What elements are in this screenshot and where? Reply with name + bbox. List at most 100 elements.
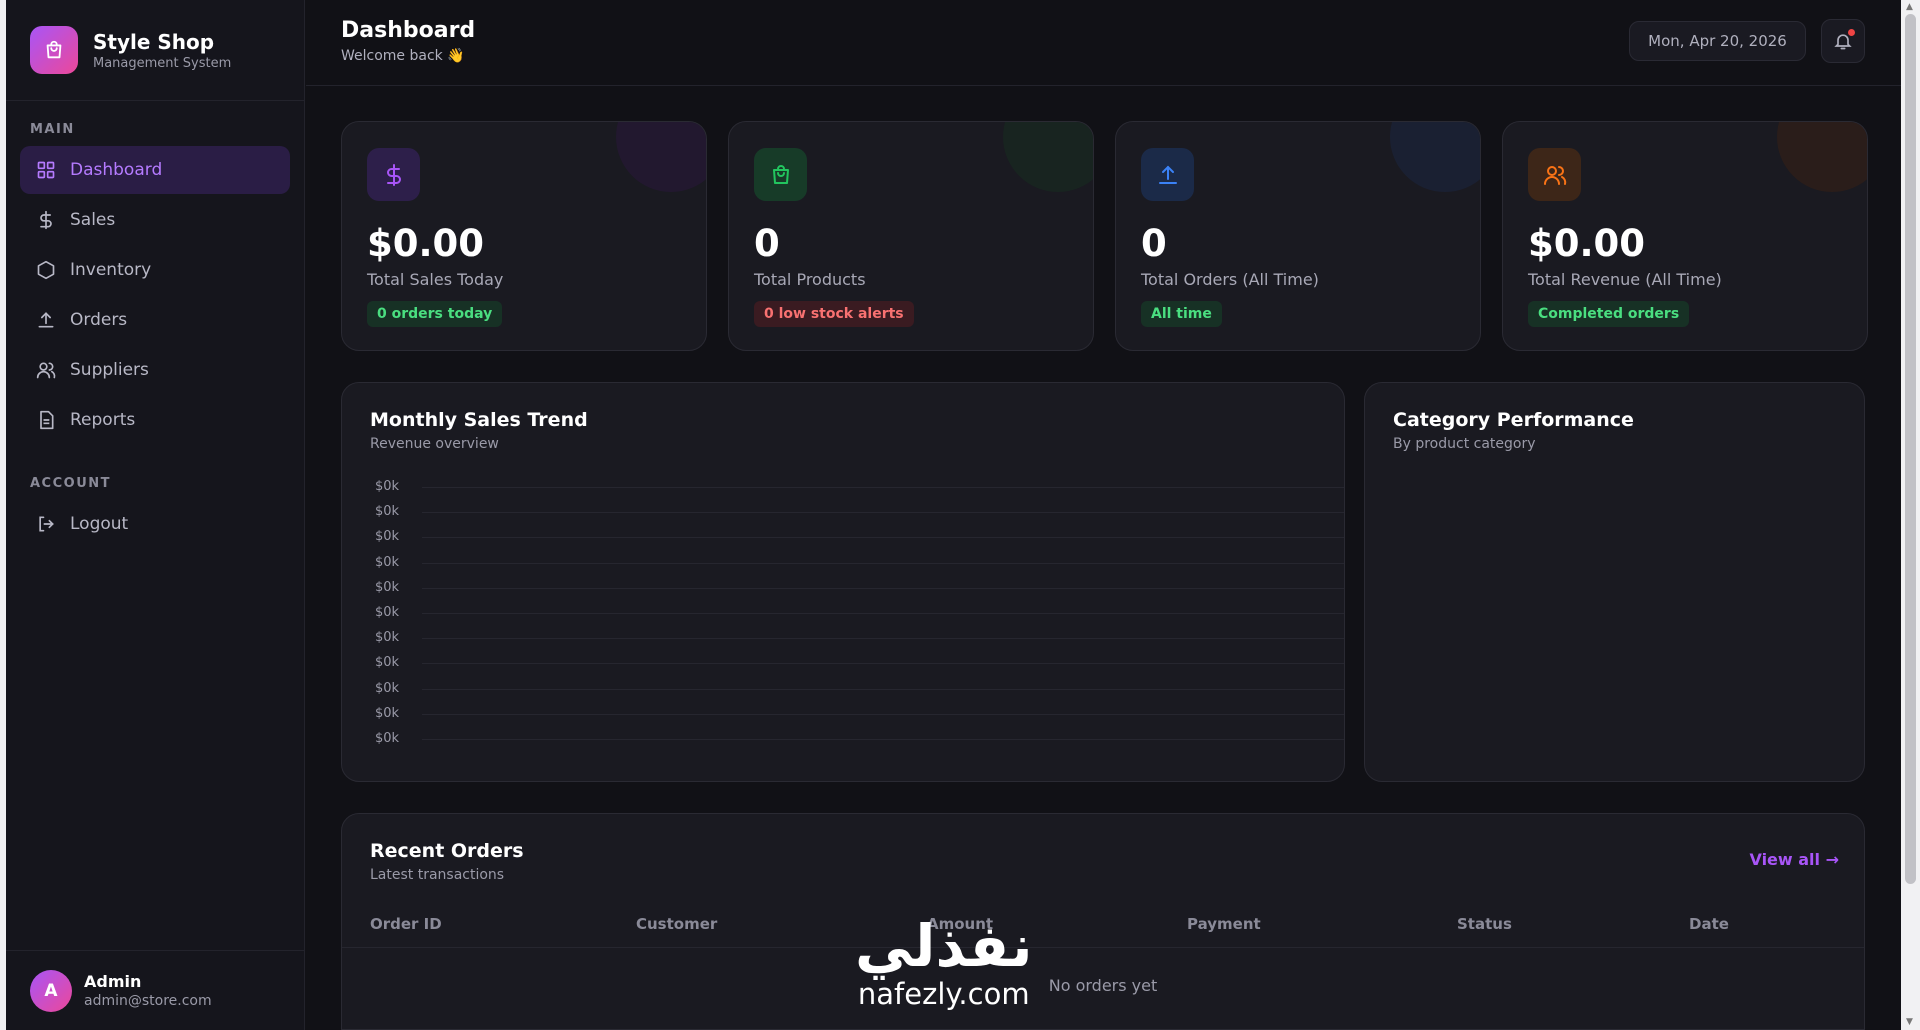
sidebar-item-label: Dashboard [70,160,163,180]
decorative-circle [616,122,706,192]
shopping-bag-logo-icon [30,26,78,74]
y-tick-label: $0k [375,680,400,696]
panel-title: Recent Orders [370,840,524,862]
y-tick-label: $0k [375,705,400,721]
stat-label: Total Sales Today [367,270,504,289]
panel-title: Category Performance [1393,409,1634,431]
watermark: نفذلي nafezly.com [855,915,1032,1011]
users-icon [1528,148,1581,201]
grid-line [422,613,1344,614]
y-tick-label: $0k [375,479,400,494]
brand-name: Style Shop [93,29,215,54]
status-badge: 0 low stock alerts [754,301,914,327]
empty-state-message: No orders yet [1048,976,1158,995]
logout-icon [39,516,54,532]
sidebar-item-reports[interactable]: Reports [20,396,290,444]
panel-subtitle: By product category [1393,436,1536,452]
chart-subtitle: Revenue overview [370,436,499,452]
sidebar-item-logout[interactable]: Logout [20,500,290,548]
y-tick-label: $0k [375,554,400,570]
y-tick-label: $0k [375,579,400,595]
y-tick-label: $0k [375,655,400,671]
sidebar-item-label: Suppliers [70,360,149,380]
grid-line [422,512,1344,514]
decorative-circle [1777,122,1867,192]
monthly-sales-chart: Monthly Sales Trend Revenue overview $0k… [341,382,1345,782]
hexagon-icon [37,260,55,280]
scroll-down-arrow-icon[interactable]: ▼ [1906,1017,1913,1027]
column-header-status: Status [1457,915,1512,933]
sidebar: Style Shop Management System MAIN Dashbo… [6,0,305,1030]
user-profile[interactable]: A Admin admin@store.com [6,950,305,1030]
scroll-up-arrow-icon[interactable]: ▲ [1906,2,1913,12]
brand-subtitle: Management System [93,55,232,71]
table-divider [342,947,1864,948]
sidebar-item-label: Inventory [70,260,152,280]
stat-card-products: 0 Total Products 0 low stock alerts [728,121,1094,351]
grid-icon [37,161,55,179]
column-header-payment: Payment [1187,915,1261,933]
user-name: Admin [84,972,142,991]
column-header-order-id: Order ID [370,915,442,933]
sidebar-item-dashboard[interactable]: Dashboard [20,146,290,194]
recent-orders-panel: Recent Orders Latest transactions View a… [341,813,1865,1030]
chart-title: Monthly Sales Trend [370,409,588,431]
y-tick-label: $0k [375,731,400,746]
sidebar-item-suppliers[interactable]: Suppliers [20,346,290,394]
status-badge: Completed orders [1528,301,1690,327]
column-header-date: Date [1689,915,1729,933]
watermark-latin-text: nafezly.com [857,977,1030,1011]
grid-line [422,663,1344,665]
grid-line [422,587,1344,589]
sidebar-item-inventory[interactable]: Inventory [20,246,290,294]
sidebar-item-orders[interactable]: Orders [20,296,290,344]
view-all-link[interactable]: View all → [1749,850,1839,869]
sidebar-item-label: Sales [70,210,116,230]
y-tick-label: $0k [375,529,400,545]
stat-label: Total Products [754,270,866,289]
y-tick-label: $0k [375,630,400,646]
status-badge: 0 orders today [367,301,503,327]
stat-value: $0.00 [1528,222,1646,265]
watermark-arabic-text: نفذلي [855,912,1033,980]
sidebar-item-label: Reports [70,410,136,430]
y-tick-label: $0k [375,605,400,620]
stat-card-orders: 0 Total Orders (All Time) All time [1115,121,1481,351]
sidebar-item-sales[interactable]: Sales [20,196,290,244]
page-subtitle: Welcome back 👋 [341,48,465,64]
notifications-button[interactable] [1821,19,1865,63]
sidebar-item-label: Logout [70,514,129,534]
upload-icon [38,312,54,328]
decorative-circle [1003,122,1093,192]
stat-card-revenue: $0.00 Total Revenue (All Time) Completed… [1502,121,1868,351]
brand: Style Shop Management System [6,0,304,101]
stat-card-sales-today: $0.00 Total Sales Today 0 orders today [341,121,707,351]
scrollbar-thumb[interactable] [1905,14,1916,884]
dollar-icon [40,210,52,230]
avatar: A [30,969,72,1012]
shopping-bag-icon [754,148,807,201]
grid-line [422,562,1344,564]
column-header-customer: Customer [636,915,718,933]
file-icon [40,410,54,430]
sidebar-item-label: Orders [70,310,128,330]
decorative-circle [1390,122,1480,192]
user-email: admin@store.com [84,993,212,1009]
y-tick-label: $0k [375,504,400,520]
grid-line [422,638,1344,640]
stat-value: 0 [754,222,780,265]
page-title: Dashboard [341,18,476,43]
stat-value: 0 [1141,222,1167,265]
panel-subtitle: Latest transactions [370,867,505,883]
date-display: Mon, Apr 20, 2026 [1629,21,1806,61]
users-icon [36,362,56,379]
nav-section-main: MAIN [30,122,75,137]
grid-line [422,487,1344,488]
stat-label: Total Orders (All Time) [1141,270,1319,289]
nav-section-account: ACCOUNT [30,476,111,491]
grid-line [422,688,1344,690]
dollar-icon [367,148,420,201]
grid-line [422,739,1344,740]
grid-line [422,537,1344,539]
status-badge: All time [1141,301,1222,327]
